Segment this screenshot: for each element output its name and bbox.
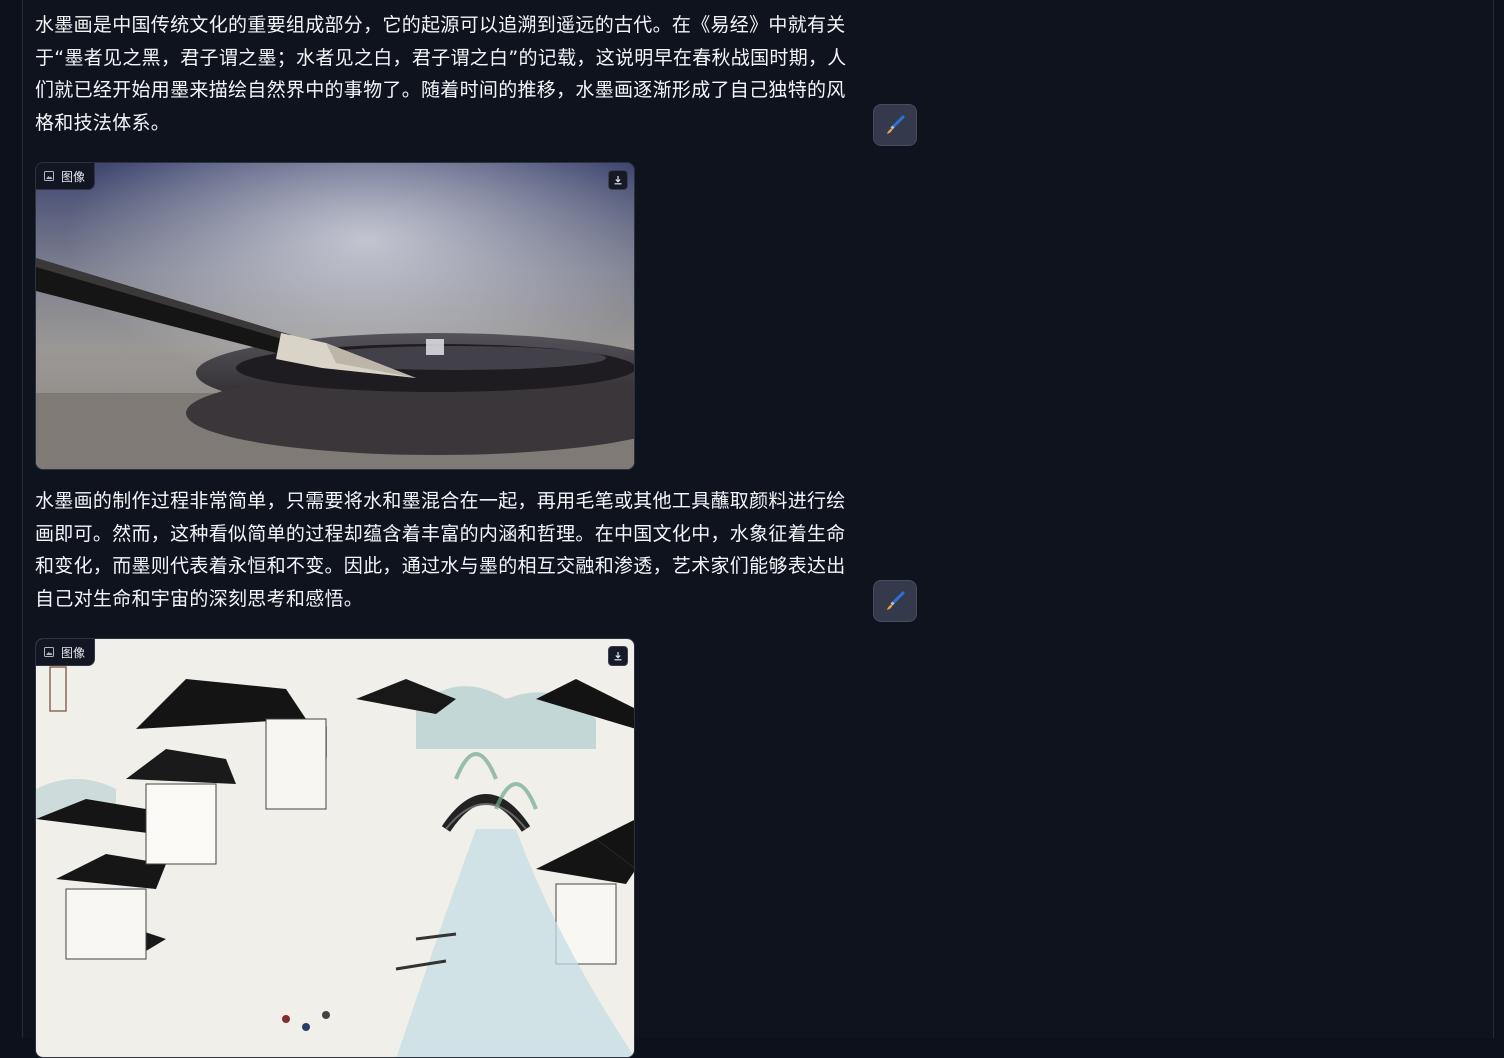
image-tag: 图像: [36, 163, 96, 190]
image-tag-label: 图像: [61, 645, 86, 660]
image-icon: [44, 171, 54, 181]
image-tag-label: 图像: [61, 169, 86, 184]
edit-paragraph-button[interactable]: [873, 580, 917, 622]
download-button[interactable]: [608, 170, 628, 190]
download-icon: [613, 175, 623, 185]
image-icon: [44, 647, 54, 657]
download-button[interactable]: [608, 646, 628, 666]
message-paragraph-1: 水墨画是中国传统文化的重要组成部分，它的起源可以追溯到遥远的古代。在《易经》中就…: [35, 14, 847, 134]
message-paragraph-2: 水墨画的制作过程非常简单，只需要将水和墨混合在一起，再用毛笔或其他工具蘸取颜料进…: [35, 490, 846, 610]
ink-painting-image: [36, 639, 634, 1057]
image-card-2: 图像: [35, 638, 635, 1058]
edit-paragraph-button[interactable]: [873, 104, 917, 146]
paintbrush-icon: [884, 590, 906, 612]
paintbrush-icon: [884, 114, 906, 136]
brush-on-inkstone-image: [36, 163, 634, 469]
image-tag: 图像: [36, 639, 96, 666]
image-card-1: 图像: [35, 162, 635, 470]
download-icon: [613, 651, 623, 661]
